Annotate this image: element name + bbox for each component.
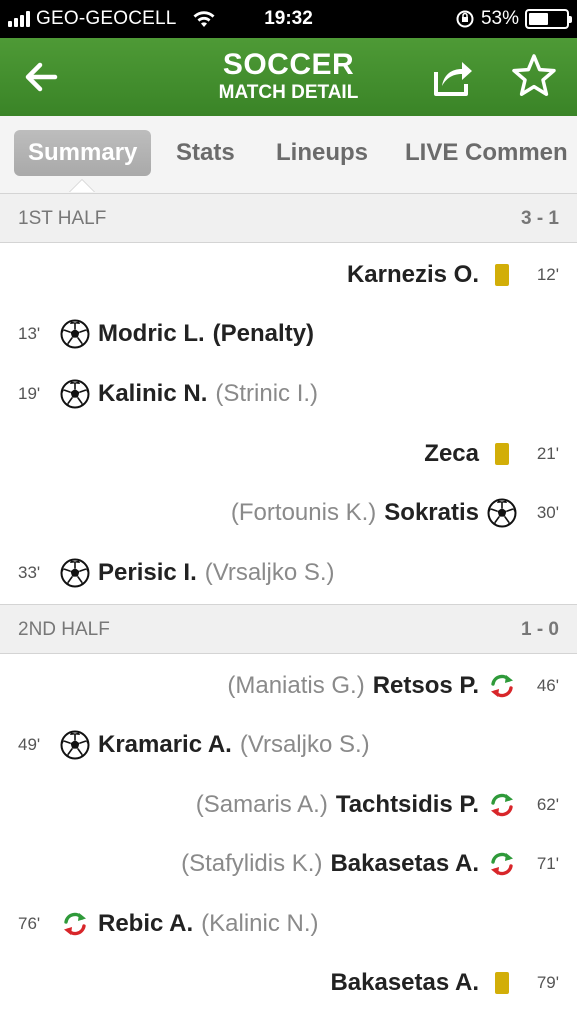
player-name: Sokratis [384, 499, 479, 526]
player-name: Zeca [424, 440, 479, 467]
share-icon[interactable] [430, 54, 476, 100]
substitution-icon [487, 790, 517, 820]
app-header: SOCCER MATCH DETAIL [0, 38, 577, 116]
orientation-lock-icon [456, 10, 474, 28]
star-icon[interactable] [510, 52, 558, 100]
event-row: Karnezis O. 12' [0, 255, 577, 295]
assist-name: (Strinic I.) [215, 380, 319, 407]
event-minute: 21' [536, 444, 559, 463]
tab-lineups[interactable]: Lineups [276, 130, 368, 176]
section-score: 1 - 0 [520, 619, 559, 640]
player-name: Bakasetas A. [330, 850, 479, 877]
event-minute: 12' [536, 265, 559, 284]
assist-name: (Fortounis K.) [230, 499, 377, 526]
event-row: (Stafylidis K.) Bakasetas A. 71' [0, 844, 577, 884]
tab-stats[interactable]: Stats [176, 130, 235, 176]
event-minute: 19' [18, 384, 41, 403]
event-minute: 76' [18, 914, 41, 933]
event-detail: (Penalty) [212, 320, 315, 347]
tab-summary[interactable]: Summary [14, 130, 152, 176]
player-name: Karnezis O. [346, 261, 479, 288]
player-name: Kalinic N. [98, 380, 208, 407]
event-minute: 49' [18, 735, 41, 754]
event-minute: 13' [18, 324, 41, 343]
event-minute: 62' [536, 795, 559, 814]
tab-live-commentary[interactable]: LIVE Commen [405, 130, 568, 176]
assist-name: (Vrsaljko S.) [239, 731, 370, 758]
battery-icon [525, 9, 572, 29]
event-row: 76' Rebic A. (Kalinic N.) [0, 904, 577, 944]
event-row: Zeca 21' [0, 434, 577, 474]
soccer-ball-icon [60, 319, 90, 349]
substitution-icon [487, 849, 517, 879]
assist-name: (Kalinic N.) [201, 910, 319, 937]
player-name: Perisic I. [98, 559, 197, 586]
section-label: 1ST HALF [18, 208, 107, 229]
soccer-ball-icon [60, 558, 90, 588]
event-row: (Fortounis K.) Sokratis 30' [0, 493, 577, 533]
section-first-half: 1ST HALF 3 - 1 [0, 193, 577, 243]
event-row: (Samaris A.) Tachtsidis P. 62' [0, 785, 577, 825]
event-row: 13' Modric L. (Penalty) [0, 314, 577, 354]
assist-name: (Samaris A.) [195, 791, 328, 818]
assist-name: (Maniatis G.) [227, 672, 365, 699]
assist-name: (Vrsaljko S.) [204, 559, 335, 586]
page-subtitle: MATCH DETAIL [218, 82, 359, 103]
yellow-card-icon [487, 260, 517, 290]
page-title: SOCCER [222, 48, 355, 81]
player-name: Modric L. [98, 320, 205, 347]
player-name: Tachtsidis P. [335, 791, 479, 818]
soccer-ball-icon [60, 379, 90, 409]
event-minute: 33' [18, 563, 41, 582]
status-bar: GEO-GEOCELL 19:32 53% [0, 0, 577, 38]
section-label: 2ND HALF [18, 619, 110, 640]
event-minute: 79' [536, 973, 559, 992]
soccer-ball-icon [487, 498, 517, 528]
yellow-card-icon [487, 439, 517, 469]
assist-name: (Stafylidis K.) [181, 850, 323, 877]
event-minute: 46' [536, 676, 559, 695]
event-row: Bakasetas A. 79' [0, 963, 577, 1003]
event-row: 33' Perisic I. (Vrsaljko S.) [0, 553, 577, 593]
battery-percent: 53% [480, 8, 519, 29]
substitution-icon [60, 909, 90, 939]
section-second-half: 2ND HALF 1 - 0 [0, 604, 577, 654]
event-row: 49' Kramaric A. (Vrsaljko S.) [0, 725, 577, 765]
event-minute: 71' [536, 854, 559, 873]
player-name: Kramaric A. [98, 731, 232, 758]
event-row: 19' Kalinic N. (Strinic I.) [0, 374, 577, 414]
section-score: 3 - 1 [520, 208, 559, 229]
event-row: (Maniatis G.) Retsos P. 46' [0, 666, 577, 706]
player-name: Bakasetas A. [330, 969, 479, 996]
player-name: Rebic A. [98, 910, 194, 937]
substitution-icon [487, 671, 517, 701]
event-minute: 30' [536, 503, 559, 522]
soccer-ball-icon [60, 730, 90, 760]
yellow-card-icon [487, 968, 517, 998]
player-name: Retsos P. [372, 672, 479, 699]
